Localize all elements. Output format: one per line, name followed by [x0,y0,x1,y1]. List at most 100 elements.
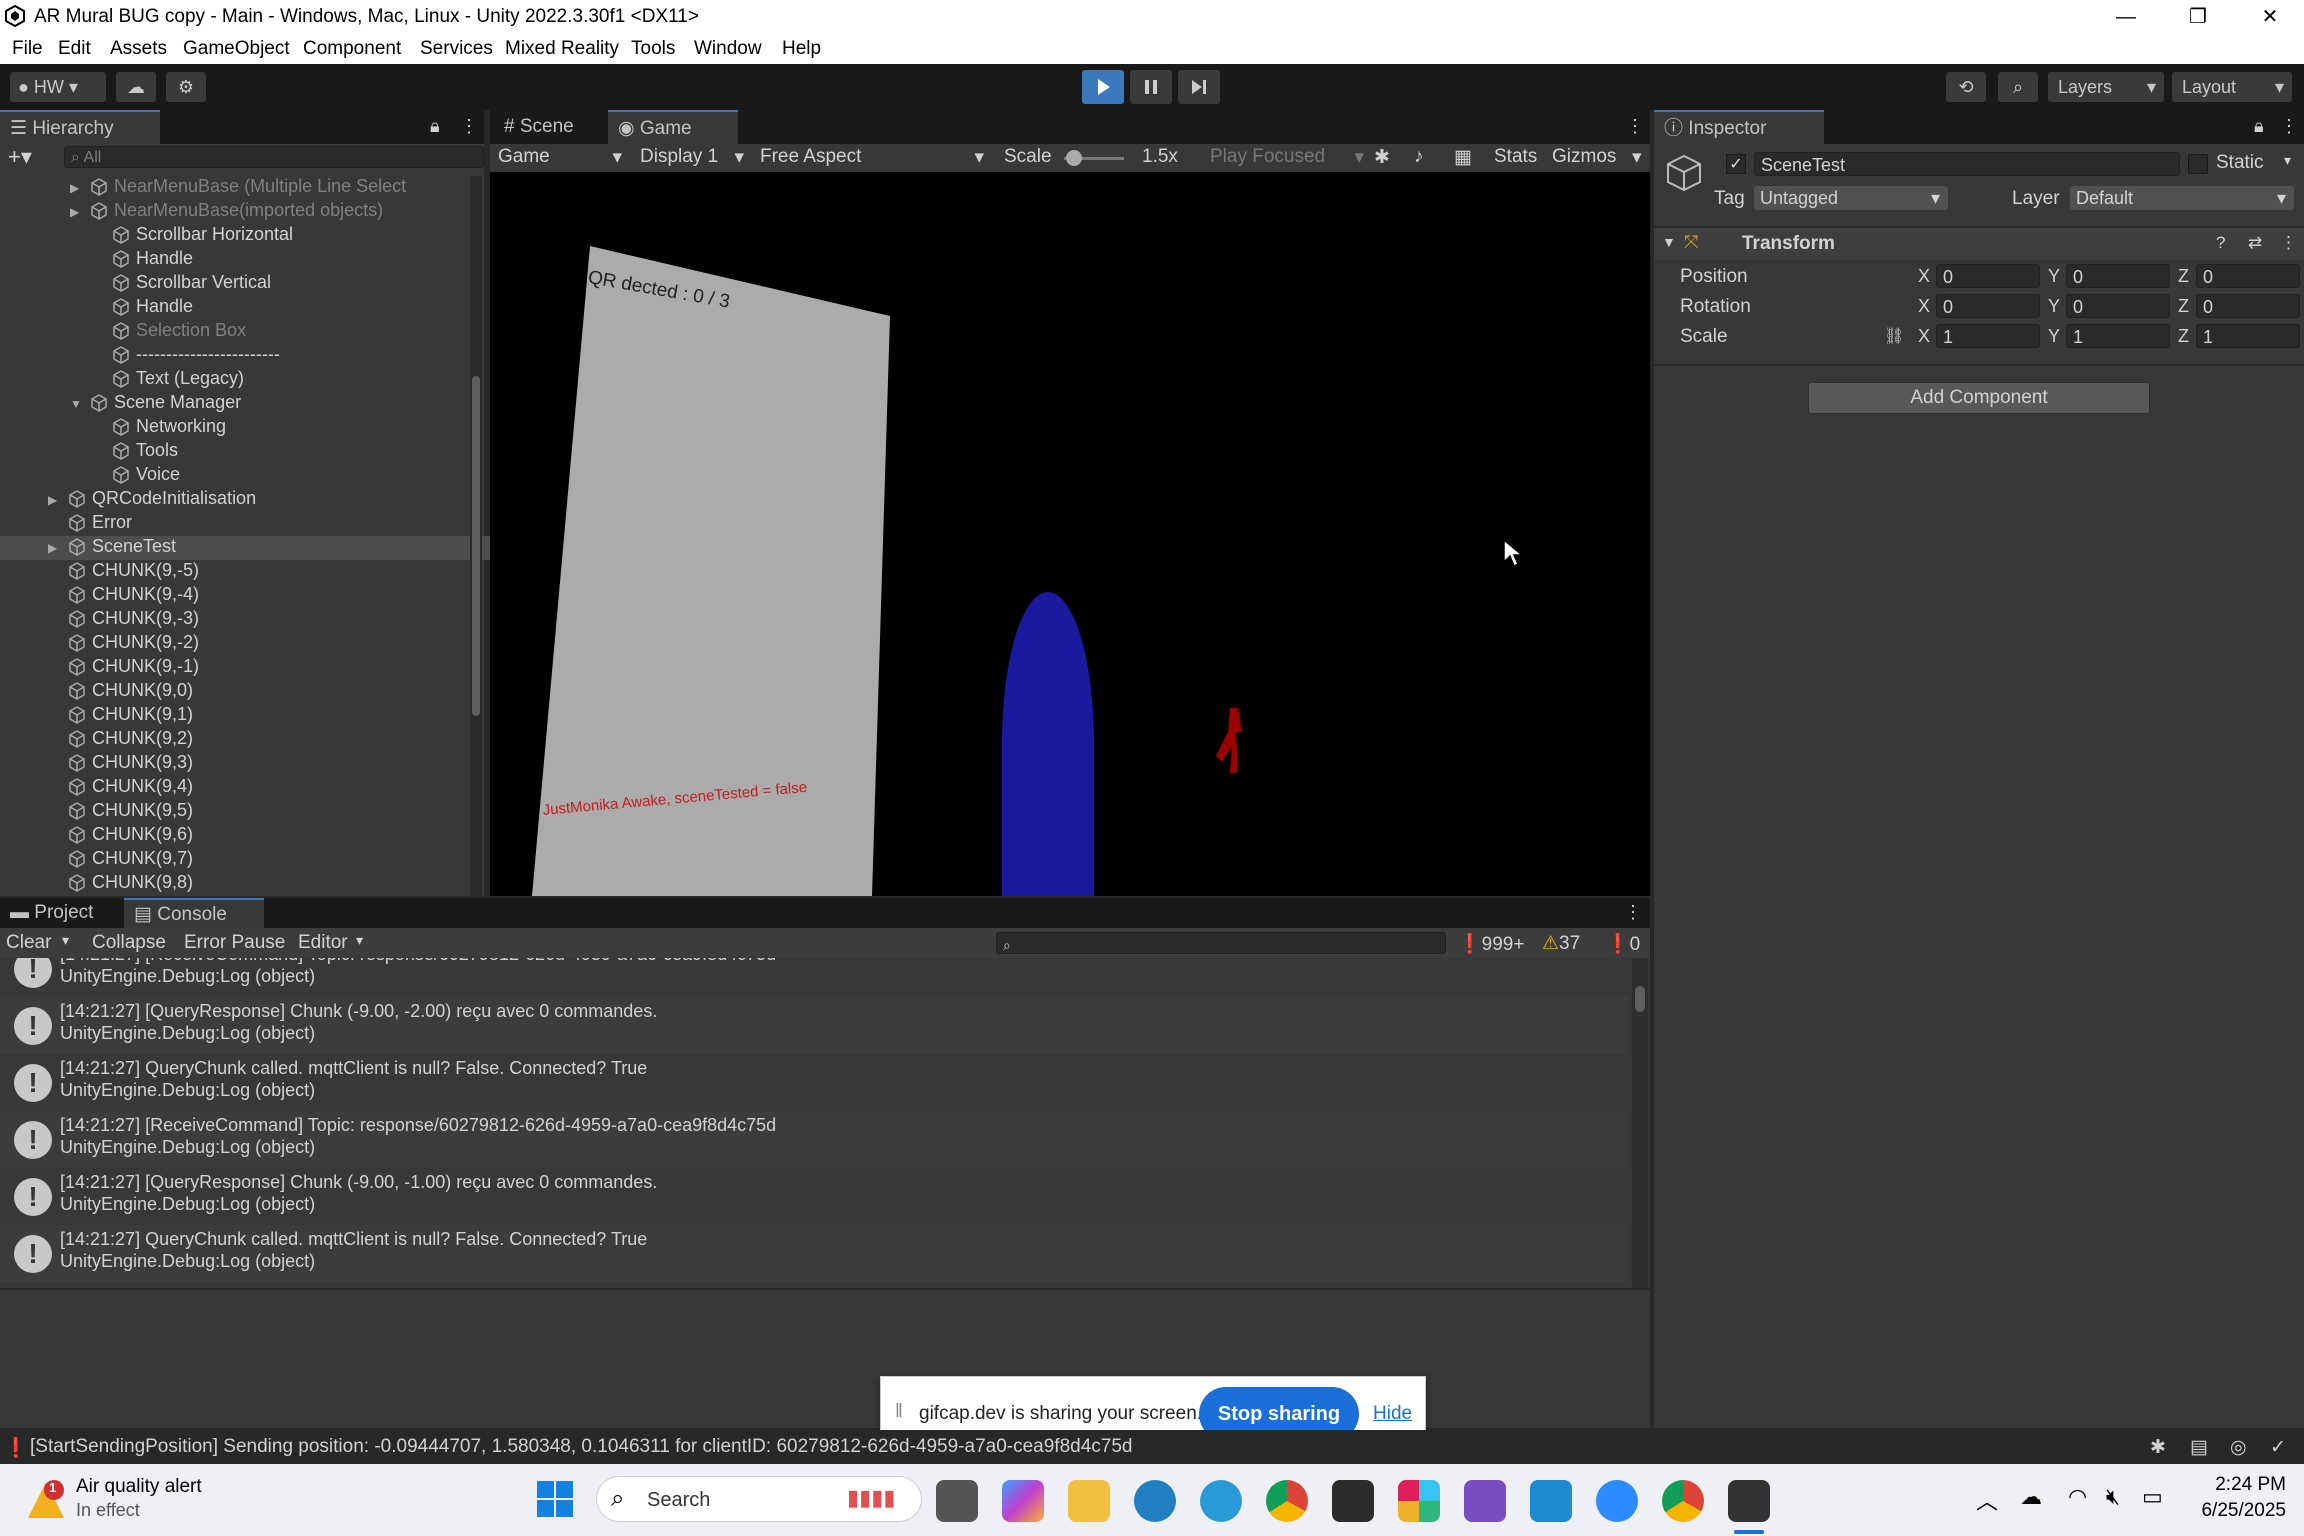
cache-icon[interactable]: ▤ [2190,1436,2208,1459]
transform-header[interactable]: ▼ ⤧ Transform ? ⇄ ⋮ [1654,228,2304,260]
rotation-z-field[interactable]: 0 [2196,294,2300,318]
menu-file[interactable]: File [12,38,43,60]
drag-handle-icon[interactable]: ‖ [895,1401,903,1423]
unity-taskbar-icon[interactable] [1728,1480,1770,1522]
task-view-icon[interactable] [936,1480,978,1522]
slack-icon[interactable] [1398,1480,1440,1522]
clock-time[interactable]: 2:24 PM [2206,1474,2286,1496]
edge-beta-icon[interactable] [1200,1480,1242,1522]
chevron-right-icon[interactable]: ▶ [48,493,57,507]
more-icon[interactable]: ⋮ [1626,116,1644,137]
menu-services[interactable]: Services [420,38,493,60]
menu-help[interactable]: Help [782,38,821,60]
hierarchy-item[interactable]: CHUNK(9,2) [0,728,534,752]
hierarchy-item[interactable]: CHUNK(9,8) [0,872,534,896]
air-quality-icon[interactable]: 1 [24,1478,68,1522]
hierarchy-item[interactable]: CHUNK(9,-4) [0,584,534,608]
bug-icon[interactable]: ✱ [1374,146,1390,169]
console-search-input[interactable]: ⌕ [996,932,1446,954]
log-entry[interactable]: ! [14:21:27] QueryChunk called. mqttClien… [0,1054,1628,1111]
copilot-icon[interactable] [1002,1480,1044,1522]
windows-start-icon[interactable] [536,1480,574,1518]
collab-button[interactable]: ⚙ [166,72,206,102]
log-count[interactable]: ❗999+ [1458,932,1524,956]
hierarchy-item[interactable]: CHUNK(9,-1) [0,656,534,680]
menu-component[interactable]: Component [303,38,401,60]
close-button[interactable]: ✕ [2236,0,2304,34]
hierarchy-item[interactable]: CHUNK(9,-2) [0,632,534,656]
hide-link[interactable]: Hide [1373,1403,1412,1425]
scale-y-field[interactable]: 1 [2066,324,2170,348]
position-z-field[interactable]: 0 [2196,264,2300,288]
maximize-button[interactable]: ❐ [2164,0,2232,34]
hierarchy-item[interactable]: Error [0,512,534,536]
chrome-icon[interactable] [1266,1480,1308,1522]
log-entry[interactable]: ! [14:21:27] QueryChunk called. mqttClien… [0,1225,1628,1282]
position-y-field[interactable]: 0 [2066,264,2170,288]
console-scrollbar[interactable] [1632,958,1648,1288]
gizmos-button[interactable]: Gizmos [1552,146,1616,168]
pause-button[interactable] [1130,70,1172,104]
step-button[interactable] [1178,70,1220,104]
edge-icon[interactable] [1134,1480,1176,1522]
scrollbar-thumb[interactable] [1635,986,1645,1012]
onedrive-icon[interactable]: ☁ [2020,1484,2042,1510]
object-name-input[interactable]: SceneTest [1754,152,2180,176]
hierarchy-item[interactable]: CHUNK(9,4) [0,776,534,800]
tag-dropdown[interactable]: Untagged ▾ [1754,186,1948,210]
terminal-icon[interactable] [1332,1480,1374,1522]
more-icon[interactable]: ⋮ [460,116,478,137]
progress-icon[interactable]: ✓ [2270,1436,2286,1459]
scrollbar-thumb[interactable] [472,376,480,716]
chrome-profile-icon[interactable] [1662,1480,1704,1522]
hierarchy-item[interactable]: CHUNK(9,1) [0,704,534,728]
hierarchy-scrollbar[interactable] [470,176,482,896]
more-icon[interactable]: ⋮ [1624,902,1642,923]
zoom-icon[interactable] [1596,1480,1638,1522]
network-icon[interactable]: ◎ [2230,1436,2247,1459]
hierarchy-item[interactable]: ▶ SceneTest [0,536,534,560]
file-explorer-icon[interactable] [1068,1480,1110,1522]
history-button[interactable]: ⟲ [1946,72,1986,102]
lock-icon[interactable]: 🔒︎ [2254,116,2264,137]
log-entry[interactable]: ! [14:21:27] [QueryResponse] Chunk (-9.00… [0,997,1628,1054]
chevron-down-icon[interactable]: ▾ [2284,152,2291,169]
audio-icon[interactable]: ♪ [1414,146,1424,168]
menu-window[interactable]: Window [694,38,762,60]
scale-x-field[interactable]: 1 [1936,324,2040,348]
hierarchy-item[interactable]: CHUNK(9,3) [0,752,534,776]
chevron-down-icon[interactable]: ▾ [1632,146,1642,169]
log-entry[interactable]: ! [14:21:27] [QueryResponse] Chunk (-9.00… [0,1168,1628,1225]
clear-button[interactable]: Clear [6,932,51,954]
log-entry[interactable]: ! [14:21:27] [ReceiveCommand] Topic: resp… [0,958,1628,997]
help-icon[interactable]: ? [2216,233,2225,253]
wifi-icon[interactable]: ◠ [2068,1484,2087,1510]
volume-muted-icon[interactable]: 🔇︎ [2106,1484,2120,1510]
layout-dropdown[interactable]: Layout ▾ [2172,72,2292,102]
hierarchy-item[interactable]: CHUNK(9,-5) [0,560,534,584]
game-view[interactable]: QR dected : 0 / 3 JustMonika Awake, scen… [490,172,1650,896]
hierarchy-item[interactable]: ▶ QRCodeInitialisation [0,488,534,512]
chevron-right-icon[interactable]: ▶ [48,541,57,555]
menu-gameobject[interactable]: GameObject [183,38,290,60]
static-checkbox[interactable] [2188,154,2208,174]
tab-project[interactable]: ▬ Project [0,898,140,928]
menu-mixed-reality[interactable]: Mixed Reality [505,38,619,60]
chevron-right-icon[interactable]: ▶ [70,181,79,195]
status-text[interactable]: [StartSendingPosition] Sending position:… [30,1436,1132,1458]
chevron-right-icon[interactable]: ▶ [70,205,79,219]
editor-dropdown[interactable]: Editor [298,932,348,954]
account-dropdown[interactable]: ● HW ▾ [10,72,106,102]
lock-icon[interactable]: 🔒︎ [430,116,440,137]
presets-icon[interactable]: ⇄ [2248,233,2262,253]
display-dropdown[interactable]: Display 1 ▾ [640,146,750,168]
cloud-button[interactable]: ☁ [116,72,156,102]
clock-date[interactable]: 6/25/2025 [2190,1500,2286,1522]
error-count[interactable]: ❗0 [1606,932,1640,956]
menu-edit[interactable]: Edit [58,38,91,60]
taskbar-search[interactable]: ⌕ Search ▮▮▮▮ [596,1476,922,1522]
scale-z-field[interactable]: 1 [2196,324,2300,348]
chevron-down-icon[interactable]: ▾ [62,932,69,949]
stats-button[interactable]: Stats [1494,146,1537,168]
search-button[interactable]: ⌕ [1998,72,2038,102]
